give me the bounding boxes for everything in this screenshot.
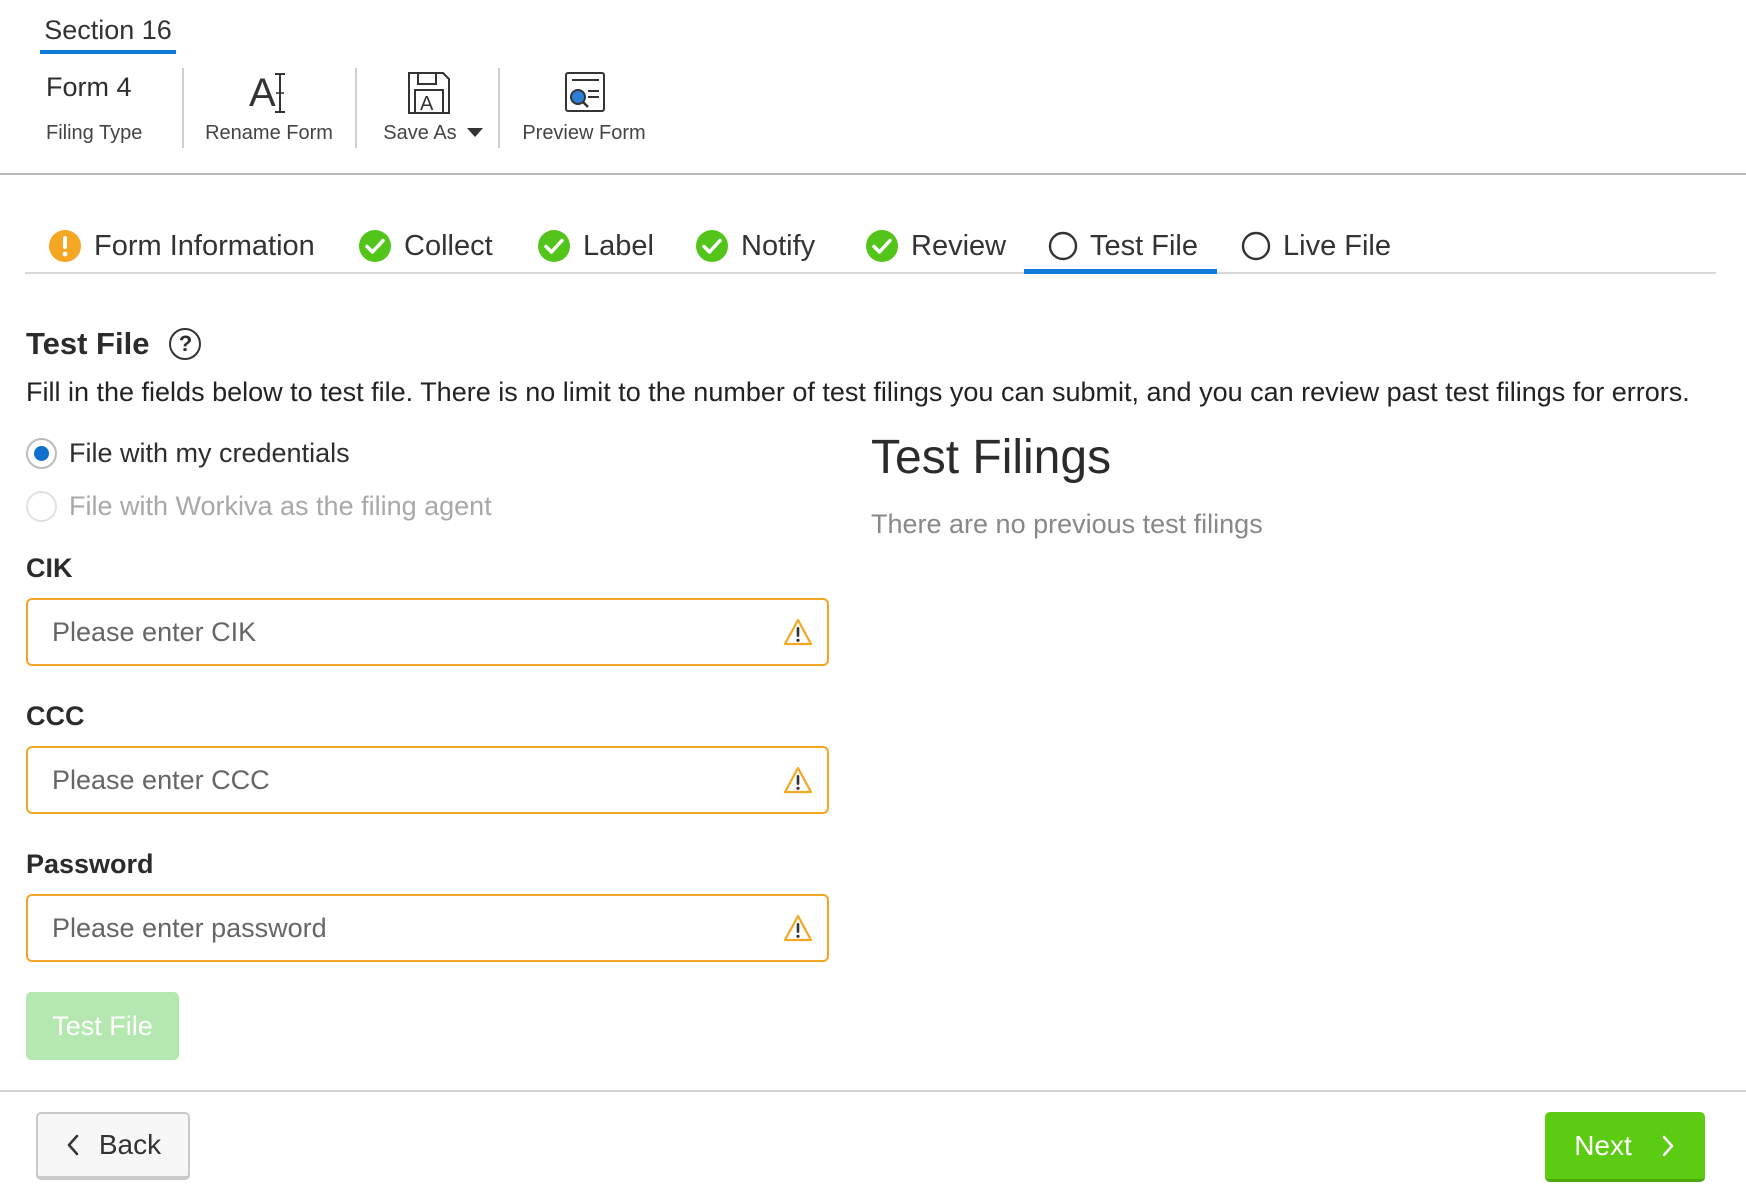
check-circle-icon	[696, 230, 728, 262]
rename-form-button[interactable]: A Rename Form	[194, 60, 344, 160]
step-collect[interactable]: Collect	[358, 222, 493, 274]
svg-text:A: A	[249, 71, 276, 115]
step-form-information[interactable]: Form Information	[48, 222, 315, 274]
circle-outline-icon	[1048, 231, 1078, 261]
cik-field-wrapper	[26, 598, 829, 666]
rename-form-label: Rename Form	[205, 122, 333, 144]
step-label: Form Information	[94, 230, 315, 262]
password-input[interactable]	[52, 896, 772, 960]
step-test-file[interactable]: Test File	[1024, 222, 1217, 274]
cik-label: CIK	[26, 553, 73, 583]
step-label: Live File	[1283, 230, 1391, 262]
warning-icon	[783, 766, 813, 794]
tab-section-16[interactable]: Section 16	[40, 10, 176, 54]
test-filings-title: Test Filings	[871, 431, 1112, 484]
save-as-icon: A	[408, 72, 450, 115]
preview-form-icon	[565, 72, 605, 112]
warning-icon	[783, 914, 813, 942]
option-my-credentials[interactable]: File with my credentials	[26, 438, 350, 469]
filing-type: Form 4 Filing Type	[28, 60, 178, 160]
check-circle-icon	[866, 230, 898, 262]
step-tabs: Form Information Collect Label Notify Re…	[25, 222, 1716, 274]
filing-type-caption: Filing Type	[46, 122, 143, 144]
description: Fill in the fields below to test file. T…	[26, 377, 1690, 407]
step-label: Review	[911, 230, 1007, 262]
check-circle-icon	[538, 230, 570, 262]
step-label: Collect	[404, 230, 493, 262]
step-label: Label	[583, 230, 654, 262]
back-button[interactable]: Back	[36, 1112, 190, 1180]
next-button[interactable]: Next	[1545, 1112, 1705, 1182]
password-field-wrapper	[26, 894, 829, 962]
step-label: Test File	[1090, 230, 1198, 262]
toolbar: Form 4 Filing Type A Rename Form A Save …	[0, 60, 1746, 175]
toolbar-divider	[182, 68, 184, 148]
footer-divider	[0, 1090, 1746, 1092]
radio-disabled	[26, 491, 57, 522]
toolbar-divider	[355, 68, 357, 148]
password-label: Password	[26, 849, 154, 879]
chevron-left-icon	[67, 1134, 79, 1156]
step-review[interactable]: Review	[865, 222, 1006, 274]
radio-selected[interactable]	[26, 438, 57, 469]
step-label-tab[interactable]: Label	[537, 222, 654, 274]
test-file-button[interactable]: Test File	[26, 992, 179, 1060]
chevron-right-icon	[1662, 1135, 1674, 1156]
option-label: File with my credentials	[69, 438, 350, 468]
save-as-label: Save As	[368, 122, 498, 145]
svg-text:A: A	[420, 93, 434, 115]
warning-circle-icon	[49, 230, 81, 262]
step-label: Notify	[741, 230, 816, 262]
page-title: Test File	[26, 326, 150, 361]
toolbar-divider	[498, 68, 500, 148]
test-filings-empty: There are no previous test filings	[871, 509, 1263, 539]
ccc-label: CCC	[26, 701, 85, 731]
filing-type-value: Form 4	[46, 72, 132, 102]
ccc-input[interactable]	[52, 748, 772, 812]
save-as-text: Save As	[383, 122, 457, 144]
step-notify[interactable]: Notify	[695, 222, 815, 274]
preview-form-button[interactable]: Preview Form	[514, 60, 654, 160]
save-as-button[interactable]: A Save As	[368, 60, 498, 160]
rename-icon: A	[249, 71, 285, 115]
ccc-field-wrapper	[26, 746, 829, 814]
chevron-down-icon	[466, 128, 483, 138]
section-heading: Test File ?	[26, 326, 202, 362]
option-workiva-agent: File with Workiva as the filing agent	[26, 491, 492, 522]
option-label: File with Workiva as the filing agent	[69, 491, 492, 521]
cik-input[interactable]	[52, 600, 772, 664]
circle-outline-icon	[1241, 231, 1271, 261]
back-label: Back	[98, 1129, 162, 1160]
step-live-file[interactable]: Live File	[1241, 222, 1391, 274]
next-label: Next	[1574, 1129, 1632, 1161]
check-circle-icon	[359, 230, 391, 262]
help-icon[interactable]: ?	[169, 328, 202, 360]
warning-icon	[783, 618, 813, 646]
preview-form-label: Preview Form	[522, 122, 646, 144]
